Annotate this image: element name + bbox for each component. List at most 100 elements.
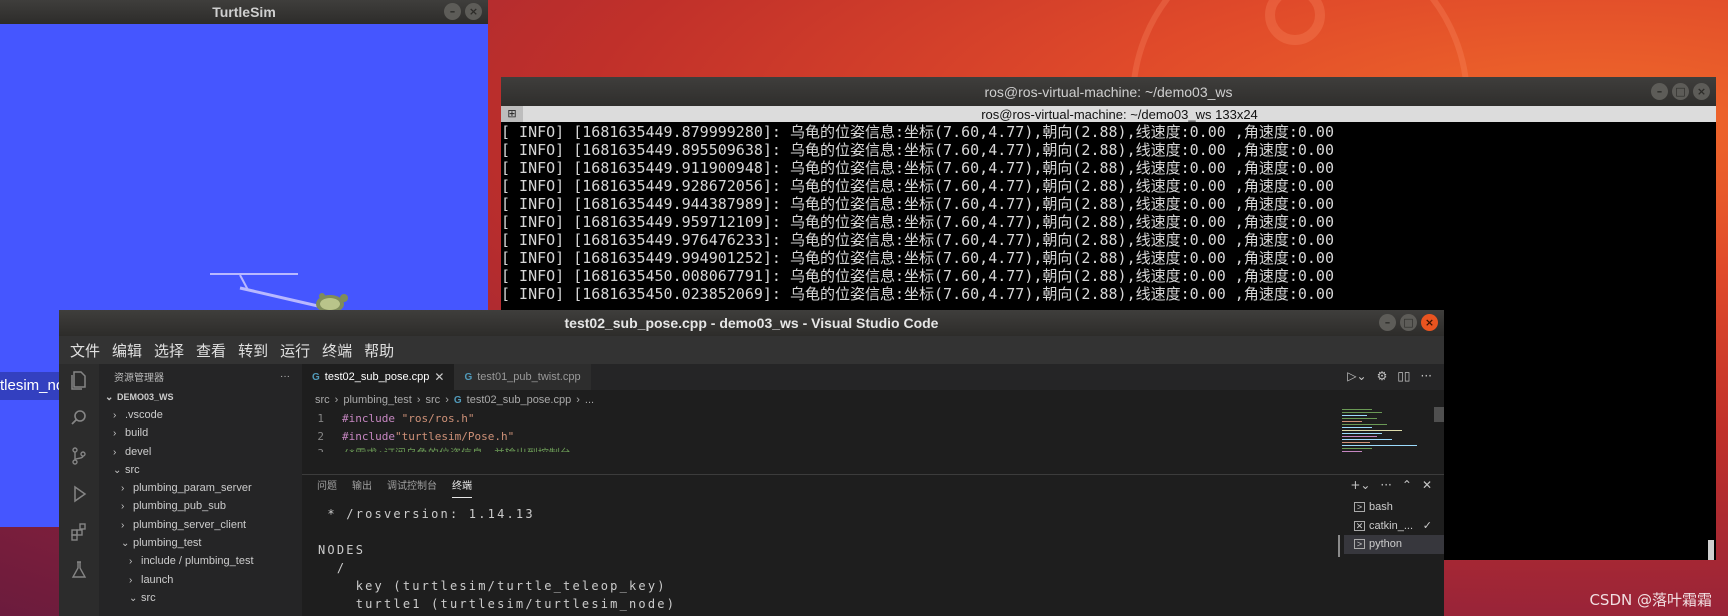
cpp-file-icon: G [453, 394, 462, 406]
terminal-line: [ INFO] [1681635449.959712109]: 乌龟的位姿信息:… [501, 213, 1334, 231]
breadcrumb-item[interactable]: plumbing_test [343, 394, 412, 406]
tree-item[interactable]: › launch [99, 571, 302, 589]
tree-item[interactable]: › build [99, 424, 302, 442]
code-editor[interactable]: 1 #include "ros/ros.h" 2 #include "turtlesim… [302, 410, 1444, 452]
editor-tab[interactable]: Gtest01_pub_twist.cpp [454, 364, 591, 390]
close-button[interactable]: × [465, 3, 482, 20]
terminal-titlebar[interactable]: ros@ros-virtual-machine: ~/demo03_ws – □… [501, 77, 1716, 106]
tree-item[interactable]: › devel [99, 443, 302, 461]
editor-scrollbar[interactable] [1434, 407, 1444, 422]
menu-item[interactable]: 选择 [148, 340, 190, 361]
explorer-title: 资源管理器 [114, 372, 164, 384]
maximize-panel-icon[interactable]: ⌃ [1402, 478, 1412, 492]
code-string: "turtlesim/Pose.h" [394, 429, 515, 443]
menu-item[interactable]: 编辑 [106, 340, 148, 361]
run-debug-icon[interactable] [67, 482, 91, 506]
vscode-window[interactable]: test02_sub_pose.cpp - demo03_ws - Visual… [59, 310, 1444, 616]
panel-more-icon[interactable]: ··· [1380, 478, 1391, 492]
editor-tab[interactable]: Gtest02_sub_pose.cpp ✕ [302, 364, 455, 390]
minimize-button[interactable]: – [444, 3, 461, 20]
terminal-line: [ INFO] [1681635449.895509638]: 乌龟的位姿信息:… [501, 141, 1334, 159]
terminal-output[interactable]: [ INFO] [1681635449.879999280]: 乌龟的位姿信息:… [501, 122, 1716, 303]
chevron-right-icon: › [121, 501, 125, 513]
panel-tab[interactable]: 终端 [452, 475, 472, 498]
minimize-button[interactable]: – [1379, 314, 1396, 331]
integrated-terminal-output[interactable]: * /rosversion: 1.14.13 NODES / key (turtl… [318, 505, 676, 613]
tree-item-label: src [141, 591, 156, 604]
chevron-right-icon: › [121, 483, 125, 495]
tree-item[interactable]: ⌄ src [99, 589, 302, 607]
breadcrumb-item[interactable]: src [315, 394, 330, 406]
breadcrumb-item[interactable]: ... [585, 394, 594, 406]
source-control-icon[interactable] [67, 444, 91, 468]
minimap[interactable] [1342, 407, 1432, 467]
tree-item-label: launch [141, 573, 174, 586]
testing-icon[interactable] [67, 558, 91, 582]
menu-item[interactable]: 帮助 [358, 340, 400, 361]
terminal-tabbar: ⊞ ros@ros-virtual-machine: ~/demo03_ws 1… [501, 106, 1716, 122]
terminal-line: [ INFO] [1681635449.911900948]: 乌龟的位姿信息:… [501, 159, 1334, 177]
turtlesim-titlebar[interactable]: TurtleSim – × [0, 0, 488, 24]
line-number: 3 [302, 445, 342, 452]
more-icon[interactable]: ··· [1421, 369, 1432, 383]
menu-bar: 文件 编辑 选择 查看 转到 运行 终端 帮助 [59, 336, 1444, 364]
close-panel-icon[interactable]: ✕ [1422, 478, 1432, 492]
minimize-button[interactable]: – [1651, 83, 1668, 100]
vscode-titlebar[interactable]: test02_sub_pose.cpp - demo03_ws - Visual… [59, 310, 1444, 336]
new-terminal-icon[interactable]: +⌄ [1350, 478, 1370, 492]
maximize-button[interactable]: □ [1400, 314, 1417, 331]
close-button[interactable]: × [1693, 83, 1710, 100]
code-line: 2 #include "turtlesim/Pose.h" [302, 428, 1444, 446]
extensions-icon[interactable] [67, 520, 91, 544]
tree-item[interactable]: › include / plumbing_test [99, 552, 302, 570]
line-number: 1 [317, 412, 324, 425]
panel-tab[interactable]: 调试控制台 [387, 475, 437, 498]
explorer-icon[interactable] [67, 368, 91, 392]
breadcrumb-item[interactable]: test02_sub_pose.cpp [467, 394, 572, 406]
tree-item[interactable]: ⌄ plumbing_test [99, 534, 302, 552]
terminal-title: ros@ros-virtual-machine: ~/demo03_ws [984, 83, 1233, 100]
menu-item[interactable]: 终端 [316, 340, 358, 361]
split-editor-icon[interactable]: ▯▯ [1397, 369, 1410, 383]
run-icon[interactable]: ▷⌄ [1347, 369, 1366, 383]
code-line: 3/*需求:订阅乌龟的位姿信息，并输出到控制台 [302, 445, 1444, 452]
close-button[interactable]: × [1421, 314, 1438, 331]
terminal-list-item[interactable]: ✕ catkin_... ✓ [1344, 517, 1444, 536]
close-tab-icon[interactable]: ✕ [434, 370, 444, 384]
maximize-button[interactable]: □ [1672, 83, 1689, 100]
terminal-scrollbar[interactable] [1708, 540, 1714, 560]
tab-label: test02_sub_pose.cpp [324, 371, 430, 383]
tree-item[interactable]: ⌄ src [99, 461, 302, 479]
panel-tab[interactable]: 输出 [352, 475, 372, 498]
panel-scrollbar[interactable] [1338, 535, 1340, 557]
terminal-list-item[interactable]: > bash [1344, 498, 1444, 517]
menu-item[interactable]: 转到 [232, 340, 274, 361]
settings-gear-icon[interactable]: ⚙ [1377, 369, 1388, 383]
panel-tab[interactable]: 问题 [317, 475, 337, 498]
terminal-line: [ INFO] [1681635450.023852069]: 乌龟的位姿信息:… [501, 285, 1334, 303]
search-icon[interactable] [67, 406, 91, 430]
menu-item[interactable]: 文件 [64, 340, 106, 361]
chevron-right-icon: › [416, 394, 421, 406]
more-actions-icon[interactable]: ··· [280, 371, 290, 382]
chevron-down-icon: ⌄ [105, 392, 114, 403]
terminal-line: [ INFO] [1681635449.976476233]: 乌龟的位姿信息:… [501, 231, 1334, 249]
tree-item[interactable]: › plumbing_pub_sub [99, 497, 302, 515]
tree-item[interactable]: › plumbing_param_server [99, 479, 302, 497]
editor-actions: ▷⌄ ⚙ ▯▯ ··· [1347, 369, 1432, 383]
menu-item[interactable]: 运行 [274, 340, 316, 361]
terminal-list-item[interactable]: > python [1344, 535, 1444, 554]
tree-item-label: plumbing_test [133, 537, 202, 550]
menu-item[interactable]: 查看 [190, 340, 232, 361]
new-tab-icon[interactable]: ⊞ [501, 106, 523, 122]
code-comment: /*需求:订阅乌龟的位姿信息，并输出到控制台 [342, 445, 571, 452]
workspace-root[interactable]: ⌄ DEMO03_WS [99, 388, 302, 406]
tree-item[interactable]: › plumbing_server_client [99, 516, 302, 534]
editor-area: Gtest02_sub_pose.cpp ✕ Gtest01_pub_twist.c… [302, 364, 1444, 616]
terminal-tab-title[interactable]: ros@ros-virtual-machine: ~/demo03_ws 133… [523, 107, 1716, 122]
breadcrumb-item[interactable]: src [426, 394, 441, 406]
activity-bar [59, 364, 99, 616]
tree-item[interactable]: › .vscode [99, 406, 302, 424]
tree-item-label: plumbing_param_server [133, 482, 252, 495]
